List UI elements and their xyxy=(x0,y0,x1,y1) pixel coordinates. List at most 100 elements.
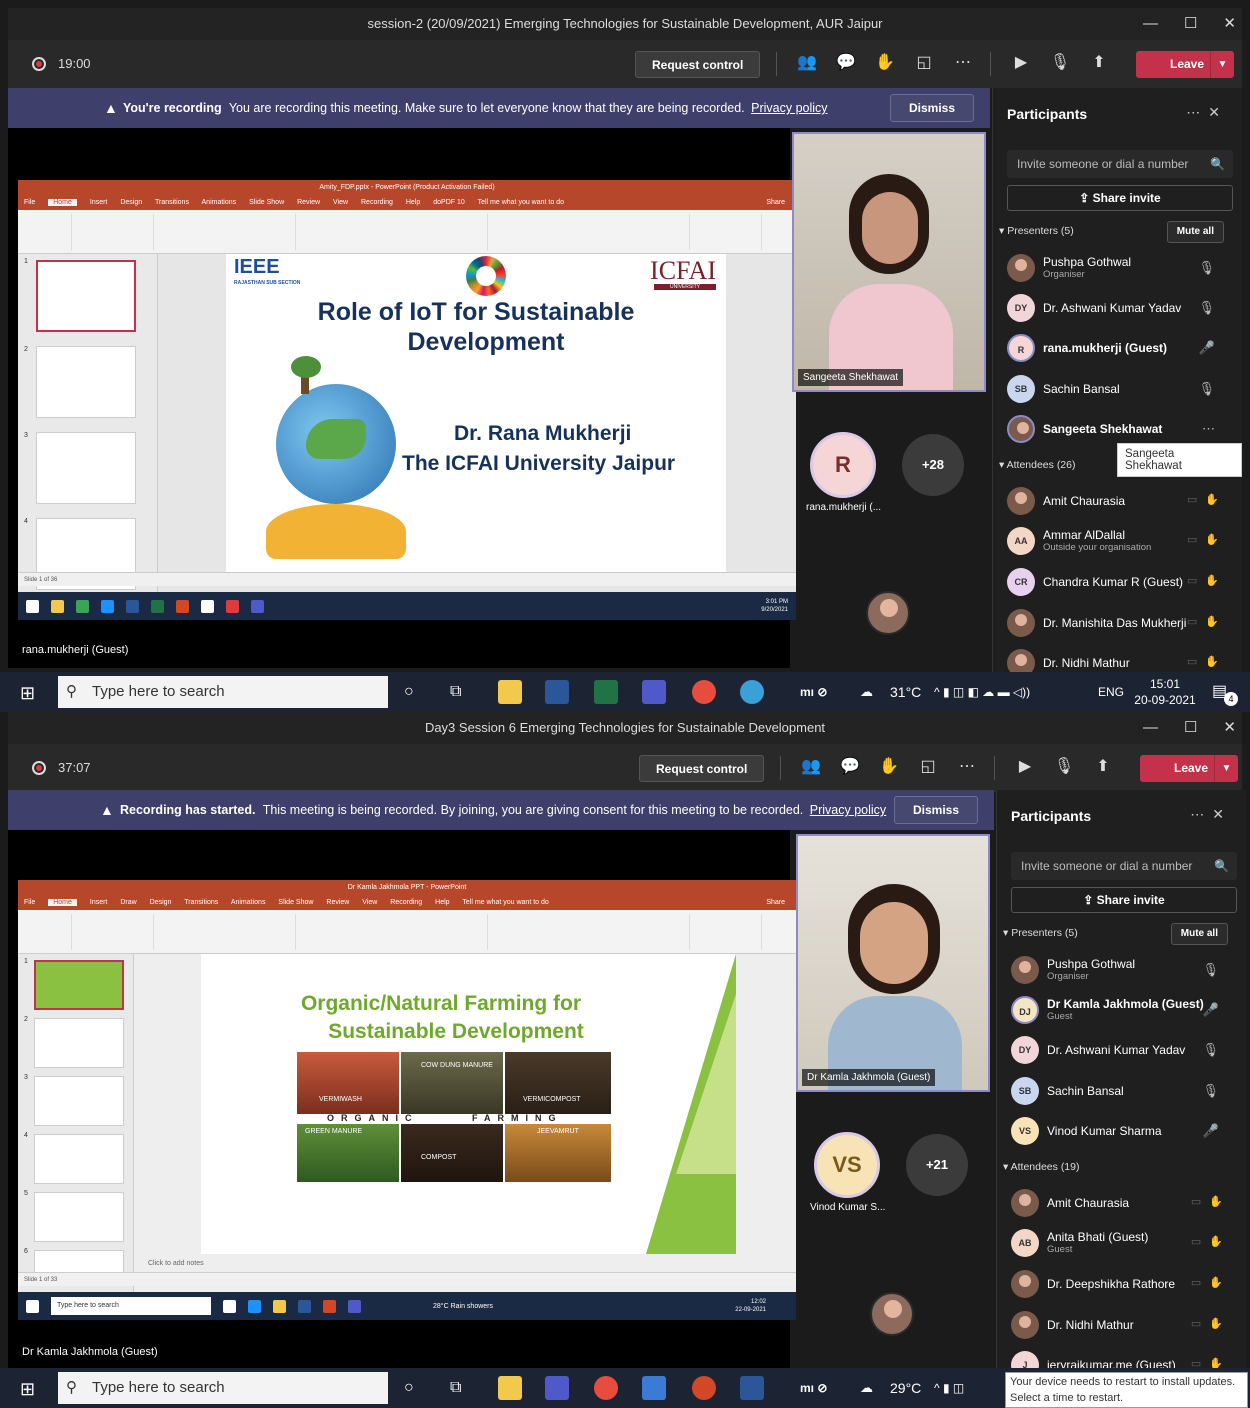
ppt-tab[interactable]: Animations xyxy=(231,899,266,906)
mic-off-icon[interactable]: 🎙 xyxy=(1049,52,1071,74)
app-icon[interactable] xyxy=(740,680,764,704)
slide-thumbnail[interactable] xyxy=(36,260,136,332)
ppt-tab[interactable]: File xyxy=(24,199,35,206)
participant-row[interactable]: Dr. Nidhi Mathur ▭✋ xyxy=(1011,1307,1237,1343)
slide-thumbnail[interactable] xyxy=(34,1192,124,1242)
notes-placeholder[interactable]: Click to add notes xyxy=(148,1260,204,1267)
participant-avatar[interactable]: R xyxy=(810,432,876,498)
word-icon[interactable] xyxy=(740,1376,764,1400)
invite-input[interactable]: Invite someone or dial a number 🔍 xyxy=(1011,852,1237,880)
video-tile[interactable]: Sangeeta Shekhawat xyxy=(792,132,986,392)
ppt-tab-home[interactable]: Home xyxy=(48,199,77,206)
minimize-icon[interactable]: — xyxy=(1143,8,1158,40)
ppt-share[interactable]: Share xyxy=(766,896,785,910)
ppt-tab[interactable]: Insert xyxy=(90,199,108,206)
ppt-tab[interactable]: Recording xyxy=(390,899,422,906)
share-screen-icon[interactable]: ⬆ xyxy=(1088,52,1110,74)
ppt-tab[interactable]: Design xyxy=(120,199,142,206)
taskbar-search[interactable]: ⚲ Type here to search xyxy=(58,1372,388,1404)
more-actions-icon[interactable]: ⋯ xyxy=(952,52,974,74)
participant-row[interactable]: AA Ammar AlDallal Outside your organisat… xyxy=(1007,523,1233,559)
ppt-tab[interactable]: Slide Show xyxy=(249,199,284,206)
leave-button[interactable]: Leave ▼ xyxy=(1140,755,1238,782)
minimize-icon[interactable]: — xyxy=(1143,712,1158,744)
close-panel-icon[interactable]: ✕ xyxy=(1212,806,1232,822)
share-screen-icon[interactable]: ⬆ xyxy=(1092,756,1114,778)
ppt-tab[interactable]: Help xyxy=(435,899,449,906)
close-panel-icon[interactable]: ✕ xyxy=(1208,104,1228,120)
request-control-button[interactable]: Request control xyxy=(635,51,761,78)
teams-icon[interactable] xyxy=(545,1376,569,1400)
attendees-header[interactable]: ▾ Attendees (26) xyxy=(999,459,1076,471)
leave-button[interactable]: Leave ▼ xyxy=(1136,51,1234,78)
participant-row[interactable]: CR Chandra Kumar R (Guest) ▭✋ xyxy=(1007,564,1233,600)
ppt-tab[interactable]: View xyxy=(362,899,377,906)
more-options-icon[interactable]: ⋯ xyxy=(1202,421,1215,437)
ppt-tell-me[interactable]: Tell me what you want to do xyxy=(478,199,564,206)
taskbar-clock[interactable]: 15:01 20-09-2021 xyxy=(1134,676,1196,708)
mute-all-button[interactable]: Mute all xyxy=(1170,923,1228,945)
participant-row[interactable]: Dr. Manishita Das Mukherji ▭✋ xyxy=(1007,605,1233,641)
participant-avatar[interactable]: VS xyxy=(814,1132,880,1198)
task-view-icon[interactable]: ⧉ xyxy=(450,1368,461,1408)
rooms-icon[interactable]: ◱ xyxy=(913,52,935,74)
ppt-tab[interactable]: View xyxy=(333,199,348,206)
invite-input[interactable]: Invite someone or dial a number 🔍 xyxy=(1007,150,1233,178)
slide-thumbnail[interactable] xyxy=(36,346,136,418)
windows-start-icon[interactable]: ⊞ xyxy=(20,683,35,704)
reactions-icon[interactable]: ✋ xyxy=(874,52,896,74)
participant-row[interactable]: DY Dr. Ashwani Kumar Yadav 🎙 xyxy=(1007,290,1233,326)
participant-row[interactable]: DJ Dr Kamla Jakhmola (Guest) Guest 🎤 xyxy=(1011,992,1237,1028)
close-icon[interactable]: ✕ xyxy=(1223,712,1236,744)
language[interactable]: ENG xyxy=(1098,672,1124,712)
camera-off-icon[interactable]: ▶ xyxy=(1010,52,1032,74)
file-explorer-icon[interactable] xyxy=(498,1376,522,1400)
ppt-tab[interactable]: Transitions xyxy=(155,199,189,206)
photos-icon[interactable] xyxy=(642,1376,666,1400)
excel-icon[interactable] xyxy=(594,680,618,704)
participant-row[interactable]: Sangeeta Shekhawat ⋯ xyxy=(1007,411,1233,447)
windows-start-icon[interactable]: ⊞ xyxy=(20,1379,35,1400)
chevron-down-icon[interactable]: ▼ xyxy=(1214,755,1238,782)
participants-icon[interactable]: 👥 xyxy=(796,52,818,74)
more-participants[interactable]: +21 xyxy=(906,1134,968,1196)
participant-row[interactable]: R rana.mukherji (Guest) 🎤 xyxy=(1007,330,1233,366)
chat-icon[interactable]: 💬 xyxy=(839,756,861,778)
privacy-policy-link[interactable]: Privacy policy xyxy=(810,803,886,817)
system-tray-icons[interactable]: ^ ▮ ◫ ◧ ☁ ▬ ◁)) xyxy=(934,672,1030,712)
notification-icon[interactable]: ▤ xyxy=(1212,672,1227,712)
ppt-tab[interactable]: Design xyxy=(150,899,172,906)
ppt-tab[interactable]: Draw xyxy=(120,899,136,906)
word-icon[interactable] xyxy=(545,680,569,704)
cortana-icon[interactable]: ○ xyxy=(404,1368,414,1408)
chrome-icon[interactable] xyxy=(692,680,716,704)
ppt-tab-home[interactable]: Home xyxy=(48,899,77,906)
slide-thumbnail[interactable] xyxy=(36,432,136,504)
rooms-icon[interactable]: ◱ xyxy=(917,756,939,778)
participant-row[interactable]: J jeryrajkumar.me (Guest) ▭✋ xyxy=(1011,1347,1237,1368)
chrome-icon[interactable] xyxy=(594,1376,618,1400)
more-participants[interactable]: +28 xyxy=(902,434,964,496)
slide-thumbnail[interactable] xyxy=(34,1076,124,1126)
participants-icon[interactable]: 👥 xyxy=(800,756,822,778)
participant-row[interactable]: Amit Chaurasia ▭✋ xyxy=(1011,1185,1237,1221)
restart-notification[interactable]: Your device needs to restart to install … xyxy=(1005,1372,1248,1408)
ppt-tab[interactable]: Insert xyxy=(90,899,108,906)
participant-row[interactable]: Amit Chaurasia ▭✋ xyxy=(1007,483,1233,519)
close-icon[interactable]: ✕ xyxy=(1223,8,1236,40)
ppt-tab[interactable]: Review xyxy=(297,199,320,206)
participant-row[interactable]: VS Vinod Kumar Sharma 🎤 xyxy=(1011,1113,1237,1149)
file-explorer-icon[interactable] xyxy=(498,680,522,704)
participant-row[interactable]: Dr. Deepshikha Rathore ▭✋ xyxy=(1011,1266,1237,1302)
teams-icon[interactable] xyxy=(642,680,666,704)
video-tile[interactable]: Dr Kamla Jakhmola (Guest) xyxy=(796,834,990,1092)
dismiss-button[interactable]: Dismiss xyxy=(889,94,974,122)
participant-row[interactable]: SB Sachin Bansal 🎙 xyxy=(1007,371,1233,407)
chevron-down-icon[interactable]: ▼ xyxy=(1210,51,1234,78)
system-tray-icons[interactable]: ^ ▮ ◫ xyxy=(934,1368,964,1408)
participant-row[interactable]: DY Dr. Ashwani Kumar Yadav 🎙 xyxy=(1011,1032,1237,1068)
chat-icon[interactable]: 💬 xyxy=(835,52,857,74)
presenters-header[interactable]: ▾ Presenters (5) xyxy=(1003,927,1078,939)
ppt-tab[interactable]: File xyxy=(24,899,35,906)
attendees-header[interactable]: ▾ Attendees (19) xyxy=(1003,1161,1080,1173)
